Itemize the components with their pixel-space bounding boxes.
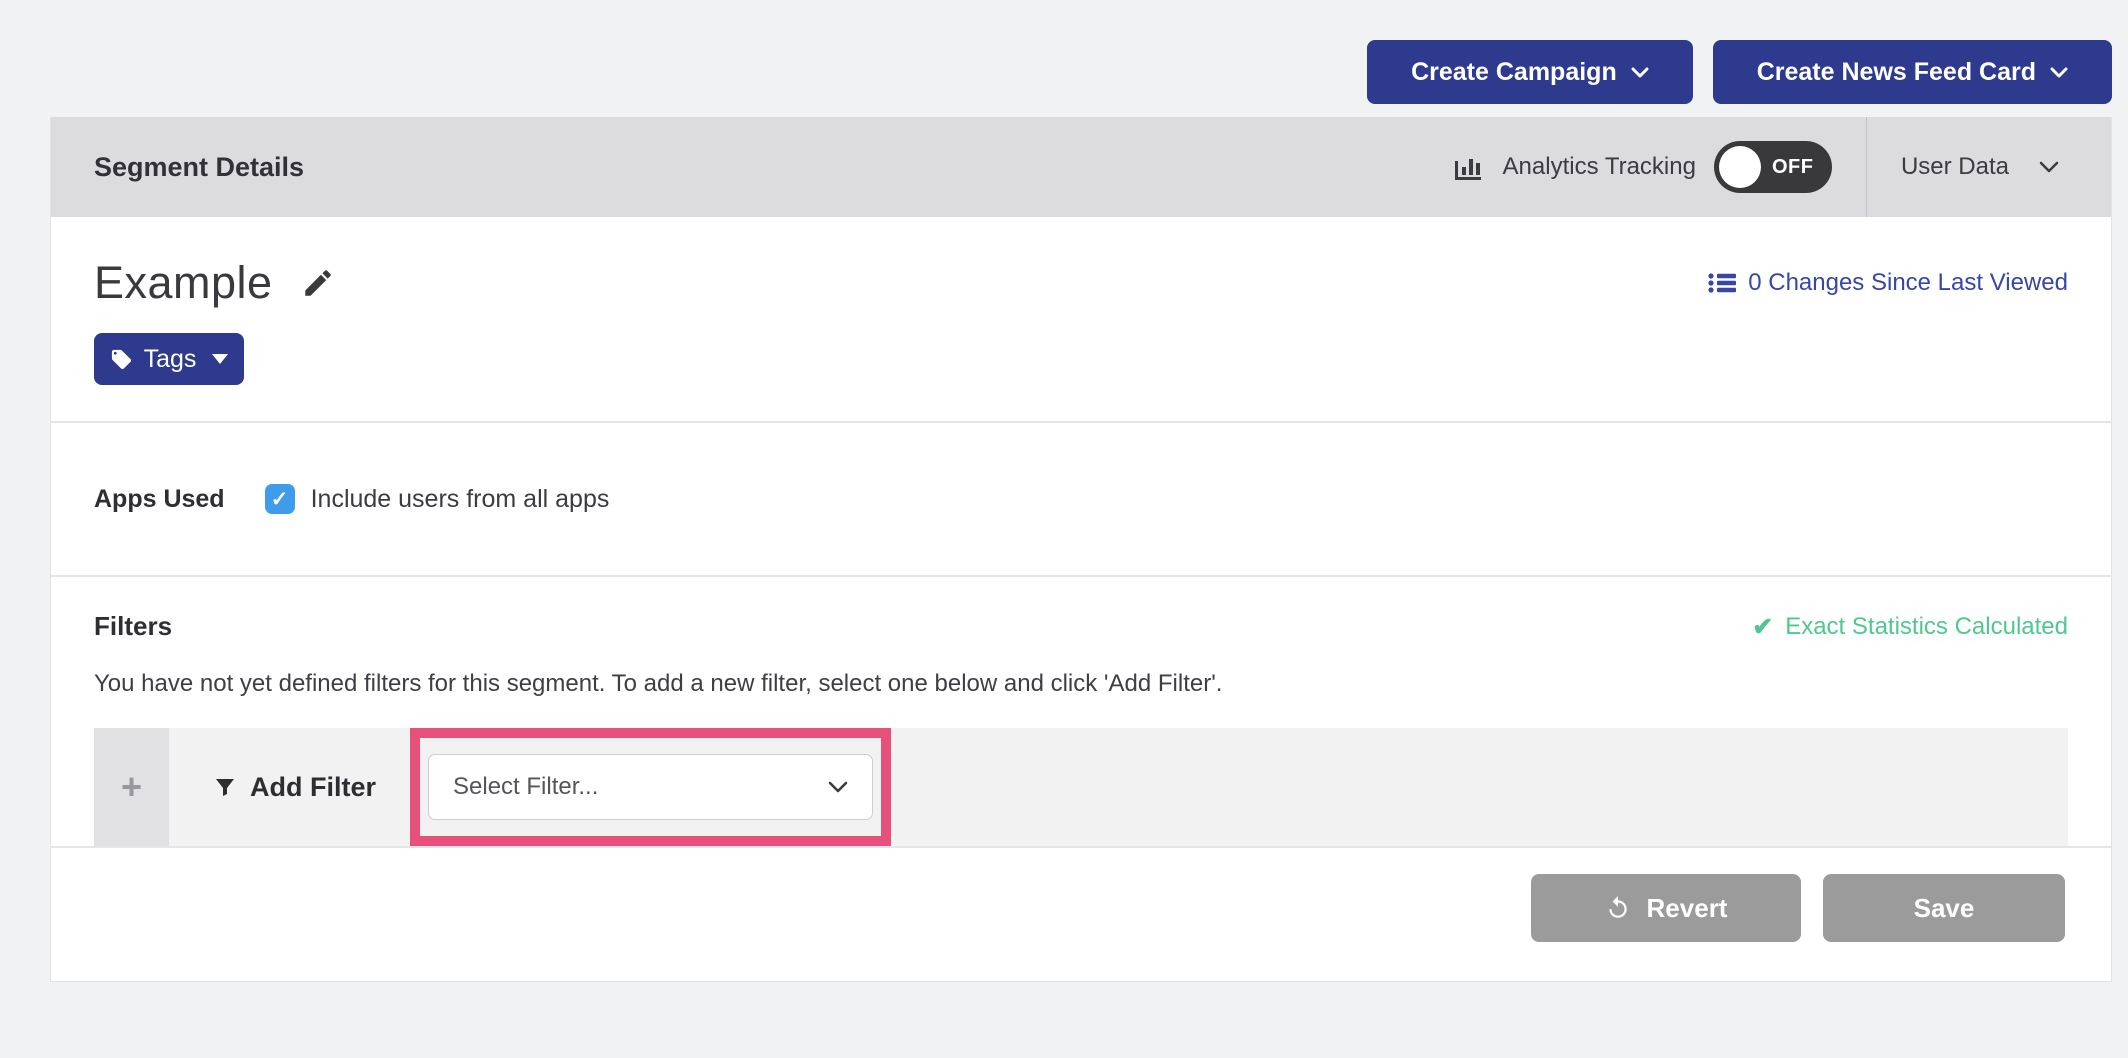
apps-used-section: Apps Used ✓ Include users from all apps xyxy=(51,423,2111,577)
analytics-tracking-group: Analytics Tracking OFF xyxy=(1453,117,1866,217)
chevron-down-icon xyxy=(2050,67,2068,78)
analytics-tracking-label: Analytics Tracking xyxy=(1503,153,1696,181)
toggle-knob xyxy=(1719,146,1761,188)
apps-used-label: Apps Used xyxy=(94,485,225,514)
bar-chart-icon xyxy=(1453,152,1485,182)
analytics-tracking-toggle[interactable]: OFF xyxy=(1714,141,1832,193)
create-campaign-button[interactable]: Create Campaign xyxy=(1367,40,1693,104)
save-button-label: Save xyxy=(1914,893,1975,924)
revert-button-label: Revert xyxy=(1647,893,1728,924)
check-icon: ✓ xyxy=(271,487,289,512)
caret-down-icon xyxy=(212,354,228,364)
card-footer: Revert Save xyxy=(51,846,2111,981)
toggle-state-label: OFF xyxy=(1772,141,1814,193)
chevron-down-icon xyxy=(2039,161,2059,173)
checkbox-checked-icon[interactable]: ✓ xyxy=(265,484,295,514)
include-all-apps-checkbox-row[interactable]: ✓ Include users from all apps xyxy=(265,484,610,514)
create-news-feed-card-label: Create News Feed Card xyxy=(1757,58,2036,87)
tutorial-highlight-box: Select Filter... xyxy=(410,728,891,846)
top-action-bar: Create Campaign Create News Feed Card xyxy=(0,0,2128,117)
add-filter-group: Add Filter xyxy=(213,772,376,803)
revert-undo-icon xyxy=(1605,895,1631,921)
chevron-down-icon xyxy=(828,781,848,793)
include-all-apps-label: Include users from all apps xyxy=(311,485,610,514)
add-filter-label: Add Filter xyxy=(250,772,376,803)
user-data-dropdown[interactable]: User Data xyxy=(1867,117,2111,217)
change-list-icon xyxy=(1708,272,1736,294)
segment-name: Example xyxy=(94,257,273,309)
changes-link-label: 0 Changes Since Last Viewed xyxy=(1748,269,2068,297)
filters-title: Filters xyxy=(94,611,172,642)
create-news-feed-card-button[interactable]: Create News Feed Card xyxy=(1713,40,2112,104)
edit-pencil-icon[interactable] xyxy=(301,266,335,300)
create-campaign-label: Create Campaign xyxy=(1411,58,1617,87)
segment-details-card: Segment Details Analytics Tracking OFF U… xyxy=(50,117,2112,982)
tags-button[interactable]: Tags xyxy=(94,333,244,385)
exact-statistics-status: ✔ Exact Statistics Calculated xyxy=(1752,612,2068,642)
filter-funnel-icon xyxy=(213,775,237,799)
filters-empty-message: You have not yet defined filters for thi… xyxy=(94,670,2068,698)
segment-title-section: Example 0 Changes Since Last Viewed T xyxy=(51,217,2111,423)
exact-statistics-label: Exact Statistics Calculated xyxy=(1785,613,2068,641)
check-icon: ✔ xyxy=(1752,612,1773,642)
card-header: Segment Details Analytics Tracking OFF U… xyxy=(51,117,2111,217)
add-filter-plus-button[interactable]: + xyxy=(94,728,169,846)
select-filter-placeholder: Select Filter... xyxy=(453,773,598,801)
plus-icon: + xyxy=(121,766,142,808)
save-button[interactable]: Save xyxy=(1823,874,2065,942)
filters-section: Filters ✔ Exact Statistics Calculated Yo… xyxy=(51,577,2111,846)
changes-since-last-viewed-link[interactable]: 0 Changes Since Last Viewed xyxy=(1708,269,2068,297)
chevron-down-icon xyxy=(1631,67,1649,78)
tag-icon xyxy=(110,348,133,371)
add-filter-row: + Add Filter Select Filter... xyxy=(94,728,2068,846)
tags-button-label: Tags xyxy=(144,345,197,374)
page-title: Segment Details xyxy=(94,152,304,183)
select-filter-dropdown[interactable]: Select Filter... xyxy=(428,754,873,820)
revert-button[interactable]: Revert xyxy=(1531,874,1801,942)
user-data-label: User Data xyxy=(1901,153,2009,181)
